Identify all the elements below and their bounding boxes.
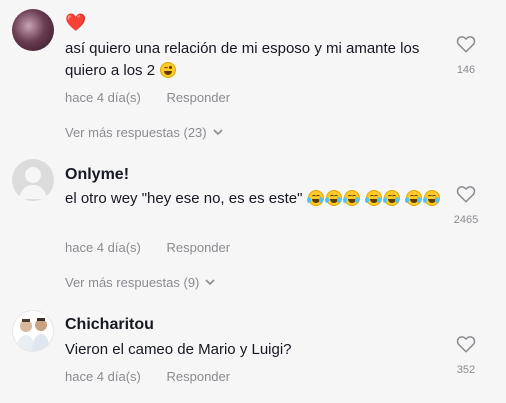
tear-drop	[306, 197, 311, 203]
heart-emoji: ❤️	[65, 13, 87, 32]
tear-drop	[376, 197, 381, 203]
tear-drop	[342, 197, 347, 203]
like-count: 146	[456, 64, 476, 76]
like-count: 2465	[453, 214, 479, 226]
comment-text: el otro wey "hey ese no, es es este"	[65, 188, 455, 210]
laughing-tears-emoji	[342, 190, 360, 206]
profile-photo-icon	[16, 318, 50, 351]
default-avatar-icon	[19, 167, 47, 199]
tear-drop	[416, 197, 421, 203]
reply-button[interactable]: Responder	[167, 369, 231, 384]
laughing-tears-emoji	[382, 190, 400, 206]
comment-time: hace 4 día(s)	[65, 369, 141, 384]
tear-drop	[394, 197, 399, 203]
laughing-tears-emoji	[324, 190, 342, 206]
laughing-tears-emoji	[404, 190, 422, 206]
tear-drop	[404, 197, 409, 203]
view-more-replies-button[interactable]: Ver más respuestas (23)	[65, 125, 223, 140]
comment-meta: hace 4 día(s) Responder	[65, 369, 230, 384]
laughing-tears-emoji	[422, 190, 440, 206]
tear-drop	[354, 197, 359, 203]
like-button[interactable]: 146	[446, 35, 486, 76]
like-count: 352	[456, 364, 476, 376]
reply-button[interactable]: Responder	[167, 240, 231, 255]
tear-drop	[318, 197, 323, 203]
comment-time: hace 4 día(s)	[65, 240, 141, 255]
like-button[interactable]: 352	[446, 335, 486, 376]
tear-drop	[434, 197, 439, 203]
comment-text: así quiero una relación de mi esposo y m…	[65, 40, 420, 79]
tear-drop	[336, 197, 341, 203]
comment-text: Vieron el cameo de Mario y Luigi?	[65, 341, 292, 358]
comment-item: ❤️ así quiero una relación de mi esposo …	[0, 0, 506, 150]
username[interactable]: Chicharitou	[65, 316, 154, 334]
like-button[interactable]: 2465	[446, 185, 486, 226]
comment-meta: hace 4 día(s) Responder	[65, 240, 230, 255]
comment-item: Chicharitou Vieron el cameo de Mario y L…	[0, 298, 506, 403]
avatar[interactable]	[12, 310, 54, 352]
reply-button[interactable]: Responder	[167, 90, 231, 105]
laughing-tears-emoji	[364, 190, 382, 206]
avatar[interactable]	[12, 159, 54, 201]
chevron-down-icon	[213, 129, 223, 136]
heart-outline-icon	[456, 186, 476, 203]
tear-drop	[382, 197, 387, 203]
view-more-replies-button[interactable]: Ver más respuestas (9)	[65, 275, 215, 290]
chevron-down-icon	[205, 279, 215, 286]
avatar[interactable]	[12, 9, 54, 51]
comment-time: hace 4 día(s)	[65, 90, 141, 105]
wink-face-emoji	[160, 62, 177, 78]
laughing-tears-emoji	[306, 190, 324, 206]
comment-meta: hace 4 día(s) Responder	[65, 90, 230, 105]
tear-drop	[324, 197, 329, 203]
tear-drop	[364, 197, 369, 203]
heart-outline-icon	[456, 36, 476, 53]
heart-outline-icon	[456, 336, 476, 353]
tear-drop	[422, 197, 427, 203]
comment-item: Onlyme! el otro wey "hey ese no, es es e…	[0, 150, 506, 298]
username[interactable]: Onlyme!	[65, 166, 129, 184]
